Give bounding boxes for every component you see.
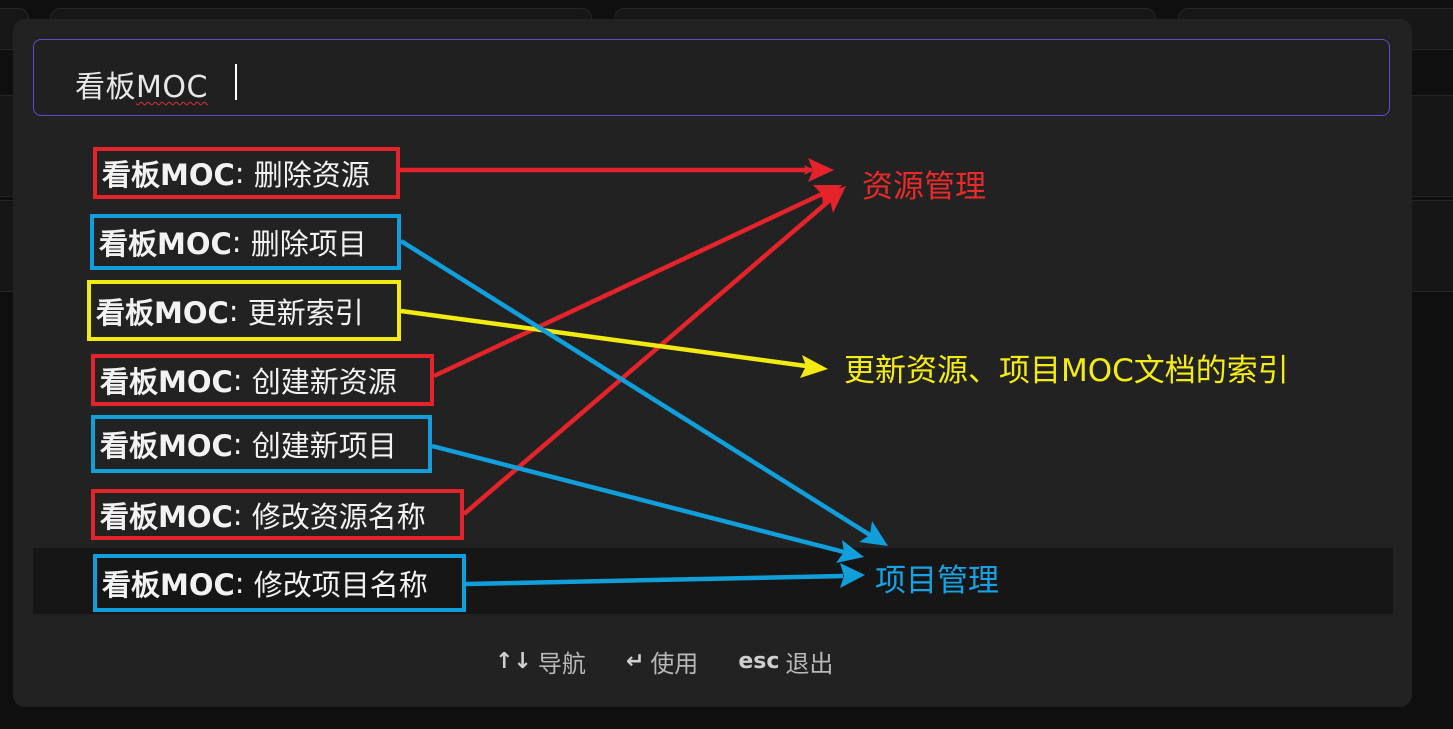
- background-strip: [0, 95, 14, 197]
- keyboard-hints: ↑↓ 导航 ↵ 使用 esc 退出: [495, 644, 833, 679]
- command-item-rename-project[interactable]: 看板MOC: 修改项目名称: [93, 554, 466, 612]
- hint-navigate-label: 导航: [537, 650, 586, 678]
- command-item-create-project[interactable]: 看板MOC: 创建新项目: [91, 415, 432, 473]
- enter-key-icon: ↵: [625, 649, 645, 674]
- background-strip: [1412, 95, 1453, 197]
- command-item-delete-project[interactable]: 看板MOC: 删除项目: [90, 214, 401, 270]
- annotation-project-management: 项目管理: [875, 563, 999, 599]
- background-strip: [0, 200, 14, 292]
- command-item-delete-resource[interactable]: 看板MOC: 删除资源: [93, 147, 400, 199]
- hint-esc: esc 退出: [738, 644, 833, 679]
- annotation-resource-management: 资源管理: [862, 169, 986, 205]
- command-search-input[interactable]: 看板MOC: [33, 39, 1390, 116]
- annotation-index-update: 更新资源、项目MOC文档的索引: [844, 353, 1289, 389]
- command-item-update-index[interactable]: 看板MOC: 更新索引: [87, 280, 401, 341]
- command-item-rename-resource[interactable]: 看板MOC: 修改资源名称: [91, 489, 464, 540]
- hint-navigate: ↑↓ 导航: [495, 644, 586, 679]
- hint-esc-label: 退出: [785, 650, 834, 678]
- command-item-create-resource[interactable]: 看板MOC: 创建新资源: [91, 354, 434, 406]
- hint-use-label: 使用: [650, 650, 699, 678]
- esc-key: esc: [738, 649, 780, 674]
- background-strip: [1412, 200, 1453, 292]
- search-query: 看板MOC: [75, 70, 208, 105]
- arrow-keys-icon: ↑↓: [495, 649, 532, 674]
- text-caret: [235, 64, 237, 100]
- hint-use: ↵ 使用: [626, 644, 698, 679]
